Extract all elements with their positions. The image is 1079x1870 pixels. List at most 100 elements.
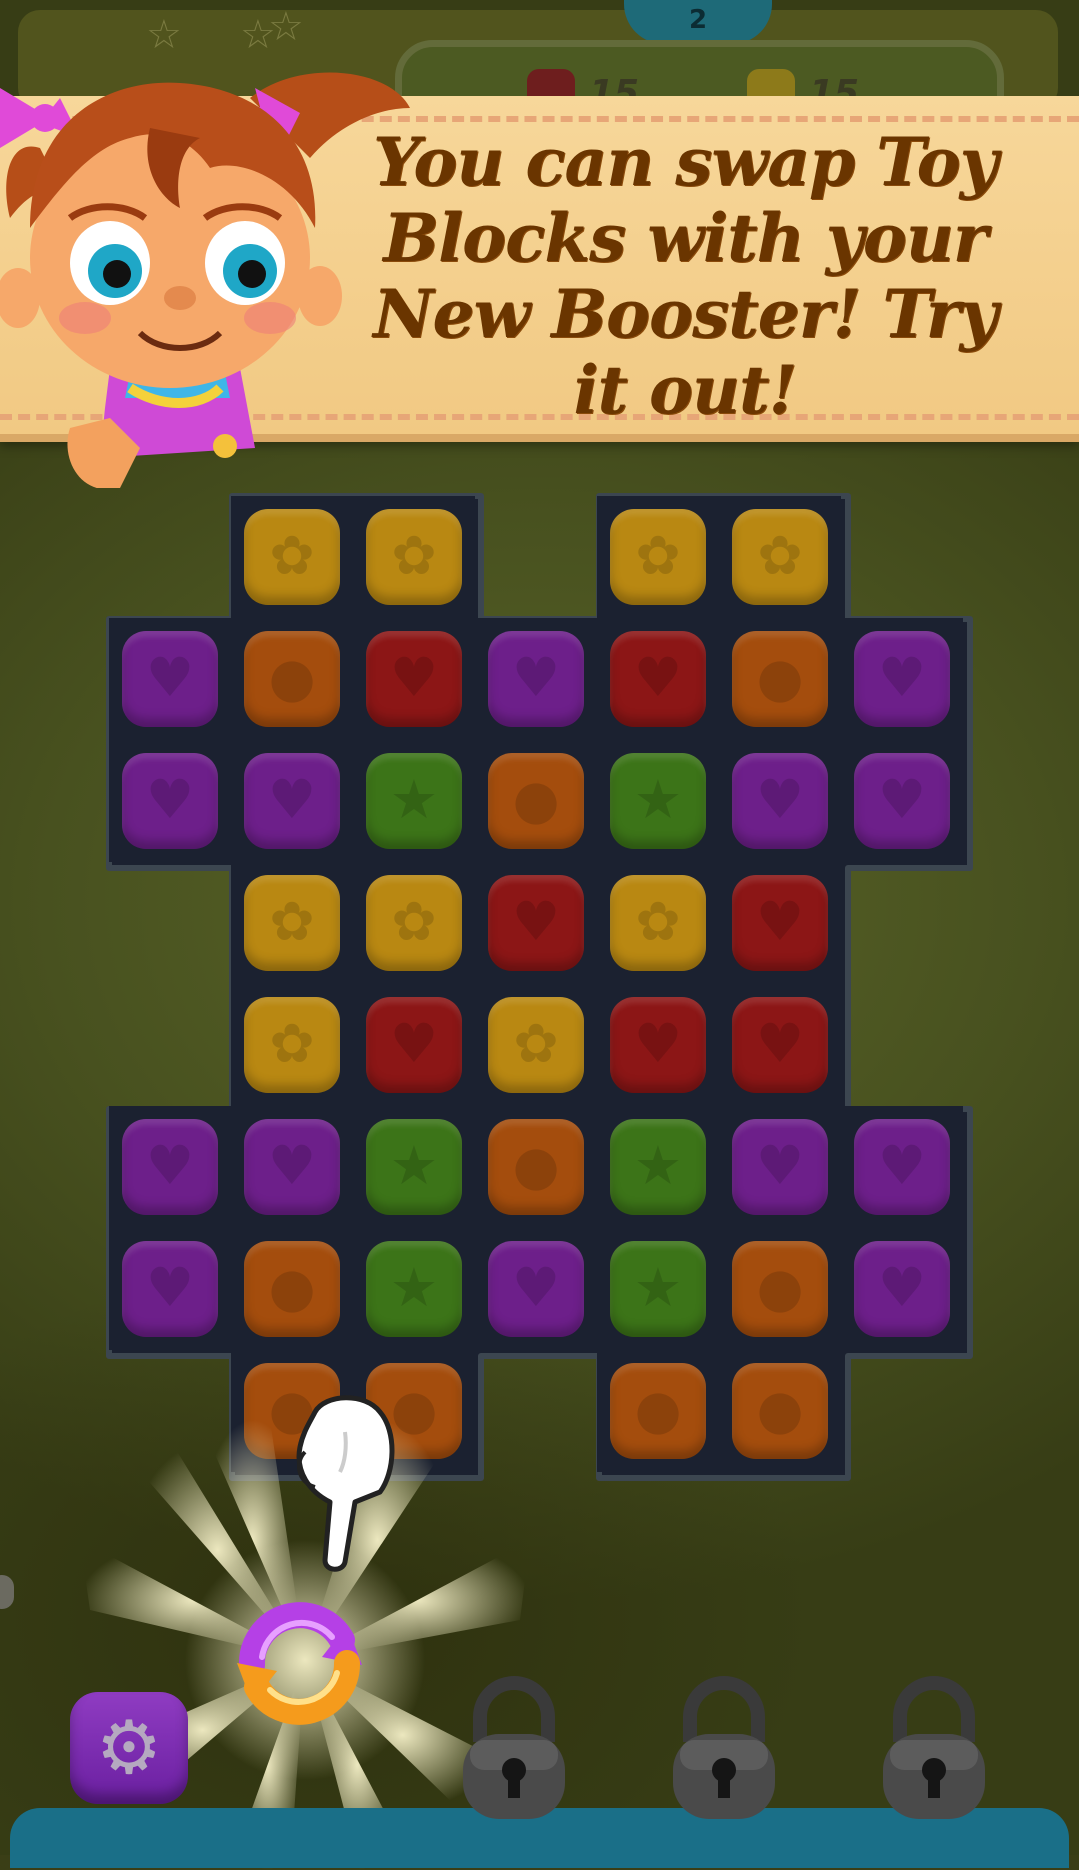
yellow-toy-block[interactable]: ✿ bbox=[488, 997, 584, 1093]
swap-booster-button[interactable] bbox=[232, 1595, 367, 1730]
yellow-block-symbol-icon: ✿ bbox=[757, 524, 803, 587]
board-cell[interactable]: ✿ bbox=[719, 496, 841, 618]
board-cell[interactable]: ● bbox=[719, 618, 841, 740]
board-cell[interactable]: ✿ bbox=[231, 496, 353, 618]
orange-toy-block[interactable]: ● bbox=[244, 1241, 340, 1337]
purple-toy-block[interactable]: ♥ bbox=[488, 631, 584, 727]
purple-toy-block[interactable]: ♥ bbox=[122, 631, 218, 727]
green-toy-block[interactable]: ★ bbox=[610, 753, 706, 849]
board-cell[interactable]: ★ bbox=[597, 740, 719, 862]
red-toy-block[interactable]: ♥ bbox=[732, 875, 828, 971]
board-cell[interactable]: ♥ bbox=[841, 740, 963, 862]
board-cell[interactable]: ♥ bbox=[841, 1106, 963, 1228]
orange-toy-block[interactable]: ● bbox=[732, 1241, 828, 1337]
settings-button[interactable]: ⚙ bbox=[70, 1692, 188, 1804]
orange-toy-block[interactable]: ● bbox=[610, 1363, 706, 1459]
board-cell[interactable]: ♥ bbox=[719, 984, 841, 1106]
yellow-toy-block[interactable]: ✿ bbox=[610, 509, 706, 605]
board-cell[interactable]: ✿ bbox=[353, 862, 475, 984]
board-cell[interactable]: ✿ bbox=[231, 984, 353, 1106]
yellow-toy-block[interactable]: ✿ bbox=[244, 997, 340, 1093]
yellow-toy-block[interactable]: ✿ bbox=[244, 509, 340, 605]
board-cell[interactable]: ★ bbox=[353, 1106, 475, 1228]
yellow-toy-block[interactable]: ✿ bbox=[366, 875, 462, 971]
purple-toy-block[interactable]: ♥ bbox=[488, 1241, 584, 1337]
purple-toy-block[interactable]: ♥ bbox=[122, 753, 218, 849]
red-toy-block[interactable]: ♥ bbox=[610, 997, 706, 1093]
purple-toy-block[interactable]: ♥ bbox=[122, 1119, 218, 1215]
board-cell[interactable]: ● bbox=[475, 1106, 597, 1228]
purple-block-symbol-icon: ♥ bbox=[145, 1134, 195, 1197]
board-cell[interactable]: ✿ bbox=[353, 496, 475, 618]
locked-booster-slot[interactable] bbox=[878, 1672, 990, 1822]
purple-toy-block[interactable]: ♥ bbox=[122, 1241, 218, 1337]
green-toy-block[interactable]: ★ bbox=[366, 1119, 462, 1215]
board-cell[interactable]: ♥ bbox=[475, 618, 597, 740]
board-cell[interactable]: ★ bbox=[597, 1228, 719, 1350]
red-toy-block[interactable]: ♥ bbox=[366, 997, 462, 1093]
board-cell[interactable]: ♥ bbox=[719, 1106, 841, 1228]
locked-booster-slot[interactable] bbox=[668, 1672, 780, 1822]
board-cell[interactable]: ♥ bbox=[597, 618, 719, 740]
board-cell[interactable]: ✿ bbox=[231, 862, 353, 984]
board-cell[interactable]: ♥ bbox=[353, 984, 475, 1106]
board-cell[interactable]: ♥ bbox=[597, 984, 719, 1106]
orange-toy-block[interactable]: ● bbox=[244, 631, 340, 727]
board-cell[interactable]: ♥ bbox=[231, 740, 353, 862]
board-cell[interactable]: ♥ bbox=[353, 618, 475, 740]
orange-toy-block[interactable]: ● bbox=[732, 631, 828, 727]
purple-block-symbol-icon: ♥ bbox=[511, 1256, 561, 1319]
board-cell[interactable]: ● bbox=[719, 1228, 841, 1350]
board-cell[interactable]: ● bbox=[719, 1350, 841, 1472]
orange-toy-block[interactable]: ● bbox=[488, 753, 584, 849]
purple-toy-block[interactable]: ♥ bbox=[854, 753, 950, 849]
board-cell[interactable]: ♥ bbox=[109, 618, 231, 740]
orange-toy-block[interactable]: ● bbox=[488, 1119, 584, 1215]
green-toy-block[interactable]: ★ bbox=[366, 753, 462, 849]
purple-toy-block[interactable]: ♥ bbox=[732, 1119, 828, 1215]
board-cell[interactable]: ★ bbox=[353, 1228, 475, 1350]
board-cell[interactable]: ● bbox=[231, 618, 353, 740]
green-toy-block[interactable]: ★ bbox=[366, 1241, 462, 1337]
board-cell[interactable]: ♥ bbox=[719, 740, 841, 862]
green-toy-block[interactable]: ★ bbox=[610, 1241, 706, 1337]
purple-toy-block[interactable]: ♥ bbox=[244, 753, 340, 849]
board-cell[interactable]: ♥ bbox=[475, 1228, 597, 1350]
board-cell[interactable]: ✿ bbox=[597, 862, 719, 984]
purple-toy-block[interactable]: ♥ bbox=[854, 1241, 950, 1337]
purple-toy-block[interactable]: ♥ bbox=[854, 631, 950, 727]
purple-toy-block[interactable]: ♥ bbox=[244, 1119, 340, 1215]
yellow-toy-block[interactable]: ✿ bbox=[244, 875, 340, 971]
red-toy-block[interactable]: ♥ bbox=[488, 875, 584, 971]
purple-toy-block[interactable]: ♥ bbox=[732, 753, 828, 849]
locked-booster-slot[interactable] bbox=[458, 1672, 570, 1822]
red-toy-block[interactable]: ♥ bbox=[366, 631, 462, 727]
green-toy-block[interactable]: ★ bbox=[610, 1119, 706, 1215]
purple-block-symbol-icon: ♥ bbox=[877, 1256, 927, 1319]
board-cell[interactable]: ♥ bbox=[231, 1106, 353, 1228]
board-cell[interactable]: ♥ bbox=[109, 1228, 231, 1350]
board-cell[interactable]: ♥ bbox=[841, 1228, 963, 1350]
board-cell[interactable]: ★ bbox=[353, 740, 475, 862]
orange-toy-block[interactable]: ● bbox=[732, 1363, 828, 1459]
red-toy-block[interactable]: ♥ bbox=[610, 631, 706, 727]
red-toy-block[interactable]: ♥ bbox=[732, 997, 828, 1093]
board-cell[interactable]: ♥ bbox=[109, 1106, 231, 1228]
purple-toy-block[interactable]: ♥ bbox=[854, 1119, 950, 1215]
purple-block-symbol-icon: ♥ bbox=[877, 646, 927, 709]
board-cell[interactable]: ♥ bbox=[475, 862, 597, 984]
board-cell[interactable]: ● bbox=[597, 1350, 719, 1472]
board-cell[interactable]: ♥ bbox=[109, 740, 231, 862]
board-cell[interactable]: ♥ bbox=[841, 618, 963, 740]
yellow-toy-block[interactable]: ✿ bbox=[366, 509, 462, 605]
purple-block-symbol-icon: ♥ bbox=[267, 768, 317, 831]
yellow-block-symbol-icon: ✿ bbox=[391, 890, 437, 953]
board-cell[interactable]: ✿ bbox=[597, 496, 719, 618]
board-cell[interactable]: ● bbox=[231, 1228, 353, 1350]
board-cell[interactable]: ★ bbox=[597, 1106, 719, 1228]
yellow-toy-block[interactable]: ✿ bbox=[732, 509, 828, 605]
board-cell[interactable]: ♥ bbox=[719, 862, 841, 984]
yellow-toy-block[interactable]: ✿ bbox=[610, 875, 706, 971]
board-cell[interactable]: ✿ bbox=[475, 984, 597, 1106]
board-cell[interactable]: ● bbox=[475, 740, 597, 862]
